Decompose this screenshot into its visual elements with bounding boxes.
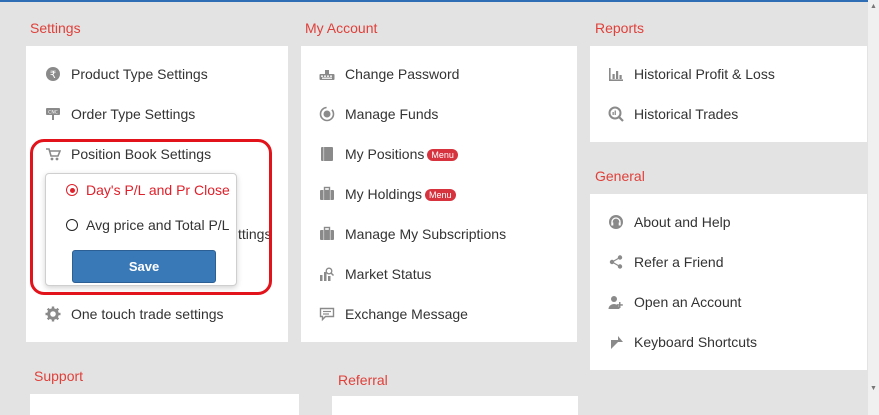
support-card — [30, 394, 299, 415]
share-icon — [607, 253, 625, 271]
manage-my-subscriptions[interactable]: Manage My Subscriptions — [318, 214, 506, 254]
support-title: Support — [34, 368, 84, 384]
market-status[interactable]: Market Status — [318, 254, 431, 294]
cnc-tag-icon: CNC — [44, 105, 62, 123]
refer-a-friend[interactable]: Refer a Friend — [607, 242, 723, 282]
general-title: General — [595, 168, 645, 184]
my-positions[interactable]: My Positions Menu — [318, 134, 458, 174]
historical-profit-loss[interactable]: Historical Profit & Loss — [607, 54, 775, 94]
hidden-settings-label-tail: ttings — [238, 226, 272, 242]
arrow-icon — [607, 333, 625, 351]
my-holdings-menu-badge[interactable]: Menu — [425, 189, 456, 201]
my-holdings[interactable]: My Holdings Menu — [318, 174, 456, 214]
exchange-message[interactable]: Exchange Message — [318, 294, 468, 334]
one-touch-trade-settings[interactable]: One touch trade settings — [44, 294, 224, 334]
rupee-coin-icon: ₹ — [44, 65, 62, 83]
radio-unselected-icon[interactable] — [66, 219, 78, 231]
settings-title: Settings — [30, 20, 81, 36]
svg-text:₹: ₹ — [50, 70, 56, 81]
scroll-down-icon[interactable]: ▼ — [869, 384, 878, 393]
vertical-scrollbar[interactable]: ▲ ▼ — [868, 0, 879, 415]
top-border — [0, 0, 879, 2]
reports-title: Reports — [595, 20, 645, 36]
manage-funds[interactable]: Manage Funds — [318, 94, 438, 134]
basket-icon — [44, 145, 62, 163]
save-button[interactable]: Save — [72, 250, 216, 283]
historical-profit-loss-label: Historical Profit & Loss — [634, 66, 775, 82]
keyboard-shortcuts[interactable]: Keyboard Shortcuts — [607, 322, 757, 362]
gear-icon — [44, 305, 62, 323]
open-an-account-label: Open an Account — [634, 294, 742, 310]
my-account-card: Change Password Manage Funds My Position… — [301, 46, 577, 342]
my-account-title: My Account — [305, 20, 378, 36]
exchange-message-label: Exchange Message — [345, 306, 468, 322]
my-positions-menu-badge[interactable]: Menu — [427, 149, 458, 161]
option-avg-price-label: Avg price and Total P/L — [86, 217, 230, 233]
referral-card — [332, 396, 578, 415]
briefcase-icon — [318, 185, 336, 203]
headset-icon — [607, 213, 625, 231]
option-days-pl[interactable]: Day's P/L and Pr Close — [66, 179, 230, 201]
product-type-settings[interactable]: ₹ Product Type Settings — [44, 54, 208, 94]
change-password[interactable]: Change Password — [318, 54, 459, 94]
funds-icon — [318, 105, 336, 123]
manage-funds-label: Manage Funds — [345, 106, 439, 122]
svg-text:CNC: CNC — [48, 110, 58, 116]
keyboard-icon — [318, 65, 336, 83]
search-trades-icon — [607, 105, 625, 123]
message-icon — [318, 305, 336, 323]
historical-trades-label: Historical Trades — [634, 106, 739, 122]
scroll-up-icon[interactable]: ▲ — [869, 2, 878, 11]
market-status-label: Market Status — [345, 266, 432, 282]
option-avg-price[interactable]: Avg price and Total P/L — [66, 214, 229, 236]
my-holdings-label: My Holdings — [345, 186, 423, 202]
product-type-settings-label: Product Type Settings — [71, 66, 208, 82]
position-book-popup: Day's P/L and Pr Close Avg price and Tot… — [45, 173, 237, 286]
open-an-account[interactable]: Open an Account — [607, 282, 741, 322]
radio-selected-icon[interactable] — [66, 184, 78, 196]
referral-title: Referral — [338, 372, 388, 388]
manage-my-subscriptions-label: Manage My Subscriptions — [345, 226, 507, 242]
order-type-settings[interactable]: CNC Order Type Settings — [44, 94, 195, 134]
about-and-help[interactable]: About and Help — [607, 202, 731, 242]
refer-a-friend-label: Refer a Friend — [634, 254, 724, 270]
market-status-icon — [318, 265, 336, 283]
order-type-settings-label: Order Type Settings — [71, 106, 196, 122]
one-touch-trade-settings-label: One touch trade settings — [71, 306, 224, 322]
keyboard-shortcuts-label: Keyboard Shortcuts — [634, 334, 757, 350]
option-days-pl-label: Day's P/L and Pr Close — [86, 182, 230, 198]
about-and-help-label: About and Help — [634, 214, 731, 230]
position-book-settings[interactable]: Position Book Settings — [44, 134, 211, 174]
general-card: About and Help Refer a Friend Open an Ac… — [590, 194, 867, 370]
position-book-settings-label: Position Book Settings — [71, 146, 212, 162]
add-user-icon — [607, 293, 625, 311]
reports-card: Historical Profit & Loss Historical Trad… — [590, 46, 867, 142]
subscription-icon — [318, 225, 336, 243]
change-password-label: Change Password — [345, 66, 460, 82]
my-positions-label: My Positions — [345, 146, 425, 162]
historical-trades[interactable]: Historical Trades — [607, 94, 738, 134]
book-icon — [318, 145, 336, 163]
bar-chart-icon — [607, 65, 625, 83]
